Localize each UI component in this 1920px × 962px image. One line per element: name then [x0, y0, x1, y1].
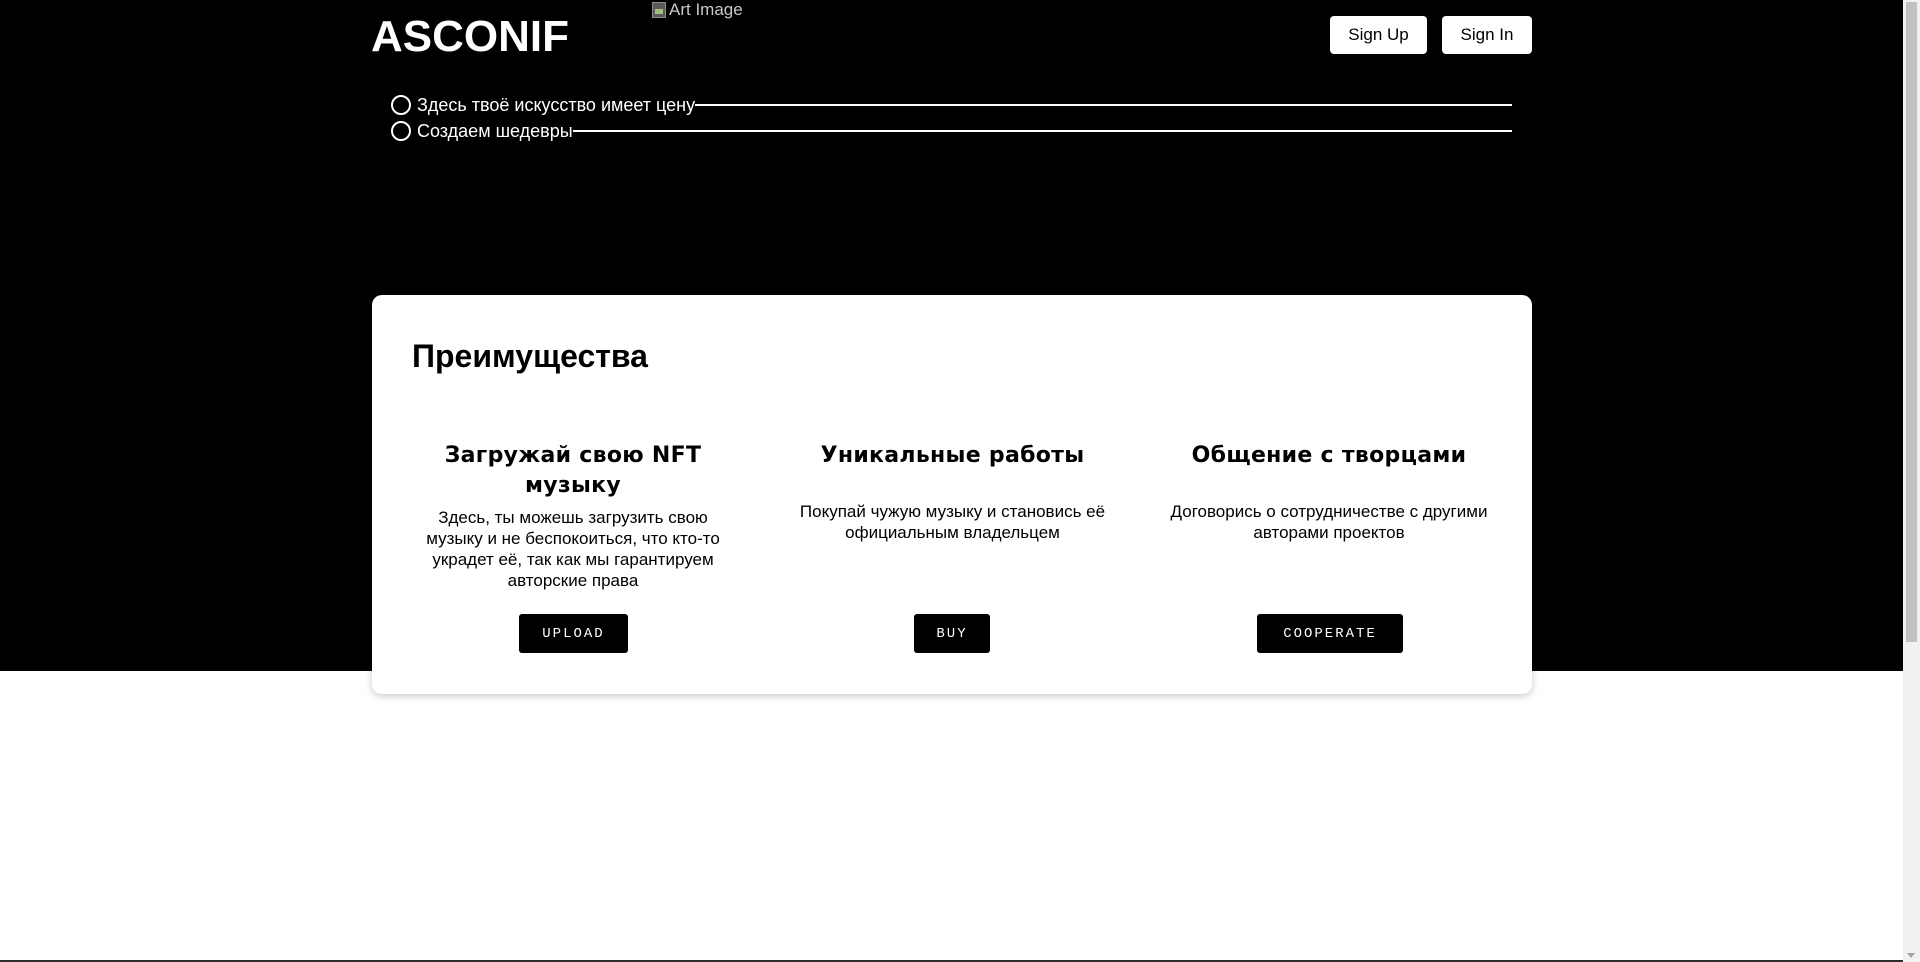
- tagline-text: Здесь твоё искусство имеет цену: [417, 94, 696, 115]
- tagline-text: Создаем шедевры: [417, 120, 573, 141]
- art-image: Art Image: [652, 0, 743, 20]
- buy-button[interactable]: BUY: [914, 614, 990, 653]
- circle-bullet-icon: [391, 95, 411, 115]
- advantages-card: Преимущества Загружай свою NFT музыку Зд…: [372, 295, 1532, 694]
- feature-title: Уникальные работы: [820, 443, 1085, 468]
- scroll-down-arrow-icon[interactable]: [1907, 953, 1915, 958]
- feature-description: Здесь, ты можешь загрузить свою музыку и…: [426, 508, 720, 590]
- divider-line: [572, 130, 1512, 132]
- site-logo[interactable]: ASCONIF: [371, 12, 569, 62]
- cooperate-button[interactable]: COOPERATE: [1257, 614, 1403, 653]
- scrollbar-thumb[interactable]: [1906, 2, 1917, 642]
- advantages-title: Преимущества: [412, 338, 648, 374]
- upload-button[interactable]: UPLOAD: [519, 614, 628, 653]
- feature-communication: Общение с творцами Договорись о сотрудни…: [1166, 441, 1492, 543]
- vertical-scrollbar[interactable]: [1903, 0, 1920, 962]
- feature-description: Покупай чужую музыку и становись её офиц…: [799, 502, 1106, 542]
- tagline-item: Создаем шедевры: [391, 118, 1512, 144]
- feature-title: Загружай свою NFT музыку: [444, 443, 702, 498]
- circle-bullet-icon: [391, 121, 411, 141]
- sign-up-button[interactable]: Sign Up: [1330, 16, 1427, 54]
- feature-upload: Загружай свою NFT музыку Здесь, ты можеш…: [413, 441, 733, 591]
- tagline-list: Здесь твоё искусство имеет цену Создаем …: [391, 92, 1512, 144]
- broken-image-icon: [652, 2, 666, 18]
- divider-line: [695, 104, 1512, 106]
- feature-unique-works: Уникальные работы Покупай чужую музыку и…: [790, 441, 1115, 543]
- feature-description: Договорись о сотрудничестве с другими ав…: [1170, 502, 1488, 542]
- feature-title: Общение с творцами: [1191, 443, 1467, 468]
- landing-page: ASCONIF Art Image Sign Up Sign In Здесь …: [0, 0, 1920, 962]
- tagline-item: Здесь твоё искусство имеет цену: [391, 92, 1512, 118]
- sign-in-button[interactable]: Sign In: [1442, 16, 1532, 54]
- art-image-alt-text: Art Image: [669, 0, 743, 19]
